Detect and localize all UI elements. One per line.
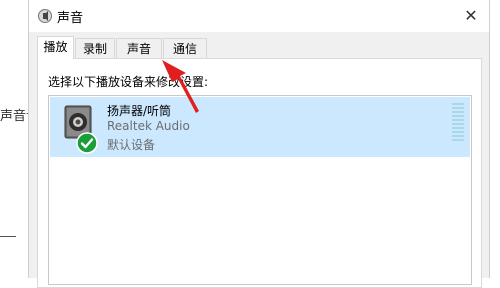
tab-playback[interactable]: 播放 xyxy=(37,36,74,59)
annotation-arrow xyxy=(162,60,199,113)
